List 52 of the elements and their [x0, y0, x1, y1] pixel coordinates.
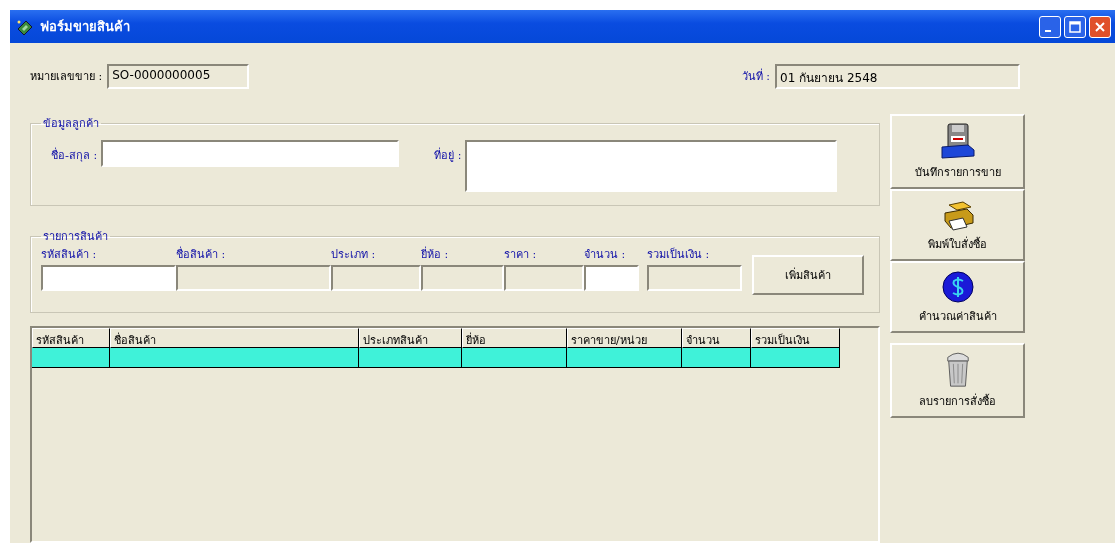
input-field[interactable] [331, 265, 421, 291]
column-header[interactable]: ชื่อสินค้า [110, 328, 359, 348]
field-label: ชื่อ-สกุล : [51, 146, 98, 164]
print-button[interactable]: พิมพ์ใบสั่งซื้อ [890, 189, 1025, 261]
field-label: ราคา : [504, 247, 538, 263]
field-label: จำนวน : [584, 247, 627, 263]
save-button[interactable]: บันทึกรายการขาย [890, 114, 1025, 189]
table-cell[interactable] [751, 348, 840, 368]
zip-drive-icon [940, 123, 975, 159]
input-field[interactable] [176, 265, 331, 291]
calculate-button[interactable]: คำนวณค่าสินค้า [890, 261, 1025, 333]
field-label: หมายเลขขาย : [30, 69, 103, 85]
maximize-button[interactable] [1064, 15, 1086, 38]
text-area[interactable] [465, 140, 838, 192]
field-label: วันที่ : [741, 67, 770, 85]
column-header[interactable]: รวมเป็นเงิน [751, 328, 840, 348]
dollar-icon [941, 271, 974, 303]
field-label: รวมเป็นเงิน : [647, 246, 711, 263]
table-cell[interactable] [567, 348, 682, 368]
sale-number-field[interactable]: SO-0000000005 [107, 63, 250, 89]
table-cell[interactable] [462, 348, 567, 368]
minimize-icon [1045, 29, 1051, 32]
field-label: ประเภท : [331, 247, 377, 263]
input-field[interactable] [41, 265, 176, 291]
maximize-icon [1069, 20, 1081, 33]
close-icon [1094, 20, 1106, 33]
column-header[interactable]: จำนวน [682, 328, 751, 348]
input-field[interactable] [584, 265, 639, 291]
table-cell[interactable] [32, 348, 110, 368]
column-header[interactable]: ยี่ห้อ [462, 328, 567, 348]
field-label: ที่อยู่ : [434, 146, 462, 164]
delete-button[interactable]: ลบรายการสั่งซื้อ [890, 343, 1025, 418]
table-cell[interactable] [359, 348, 462, 368]
table-cell[interactable] [682, 348, 751, 368]
field-label: รหัสสินค้า : [41, 247, 98, 263]
window-title: ฟอร์มขายสินค้า [40, 18, 130, 36]
input-field[interactable] [504, 265, 584, 291]
close-button[interactable] [1089, 15, 1111, 38]
minimize-button[interactable] [1039, 15, 1061, 38]
input-field[interactable] [421, 265, 504, 291]
add-product-button[interactable]: เพิ่มสินค้า [752, 255, 864, 295]
field-label: ยี่ห้อ : [421, 245, 450, 263]
field-label: ชื่อสินค้า : [176, 245, 227, 263]
column-header[interactable]: รหัสสินค้า [32, 328, 110, 348]
column-header[interactable]: ประเภทสินค้า [359, 328, 462, 348]
column-header[interactable]: ราคาขาย/หน่วย [567, 328, 682, 348]
input-field[interactable] [647, 265, 742, 291]
table-cell[interactable] [110, 348, 359, 368]
input-field[interactable] [101, 140, 400, 167]
date-field[interactable]: 01 กันยายน 2548 [775, 63, 1020, 89]
group-title: รายการสินค้า [42, 229, 109, 245]
group-title: ข้อมูลลูกค้า [42, 116, 100, 132]
